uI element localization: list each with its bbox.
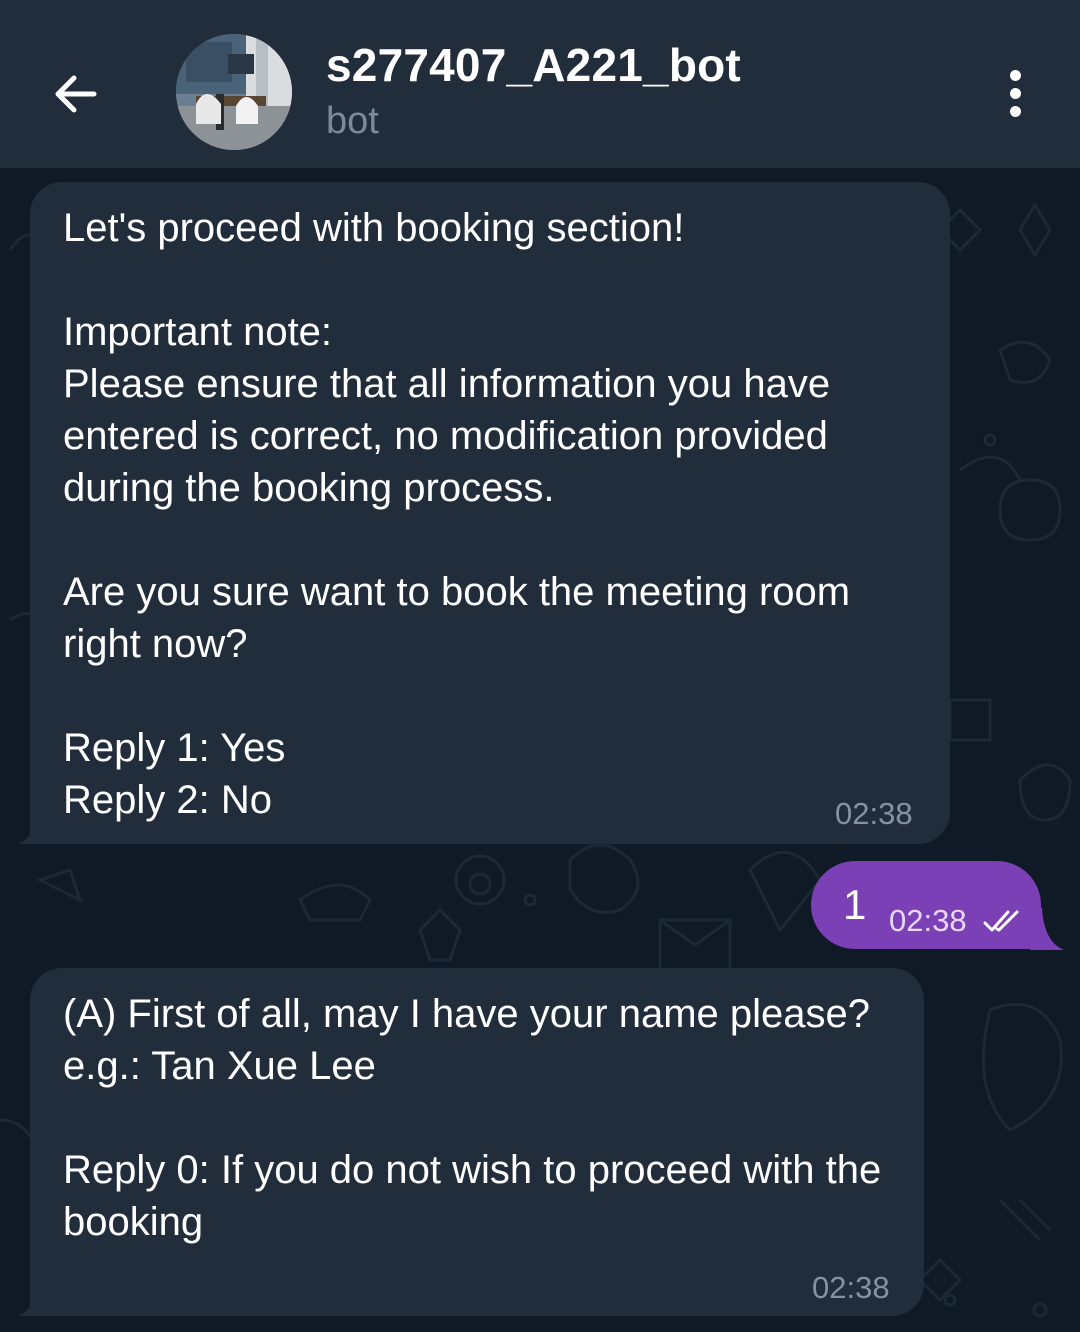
arrow-left-icon <box>55 75 97 113</box>
bot-avatar[interactable] <box>176 34 292 150</box>
incoming-message[interactable]: (A) First of all, may I have your name p… <box>30 968 924 1316</box>
chat-title[interactable]: s277407_A221_bot <box>326 38 741 92</box>
message-time: 02:38 <box>835 796 913 831</box>
vertical-dots-icon <box>1009 69 1021 117</box>
message-text: Let's proceed with booking section! Impo… <box>63 206 851 822</box>
outgoing-message[interactable]: 1 02:38 <box>811 861 1041 949</box>
back-button[interactable] <box>40 58 112 130</box>
double-check-icon <box>983 910 1019 932</box>
more-options-button[interactable] <box>990 60 1040 126</box>
message-text: (A) First of all, may I have your name p… <box>63 992 882 1244</box>
chat-subtitle: bot <box>326 100 379 142</box>
message-text: 1 <box>843 881 867 928</box>
message-time: 02:38 <box>889 903 967 938</box>
message-time: 02:38 <box>812 1270 890 1305</box>
chat-header: s277407_A221_bot bot <box>0 0 1080 168</box>
incoming-message[interactable]: Let's proceed with booking section! Impo… <box>30 182 950 844</box>
